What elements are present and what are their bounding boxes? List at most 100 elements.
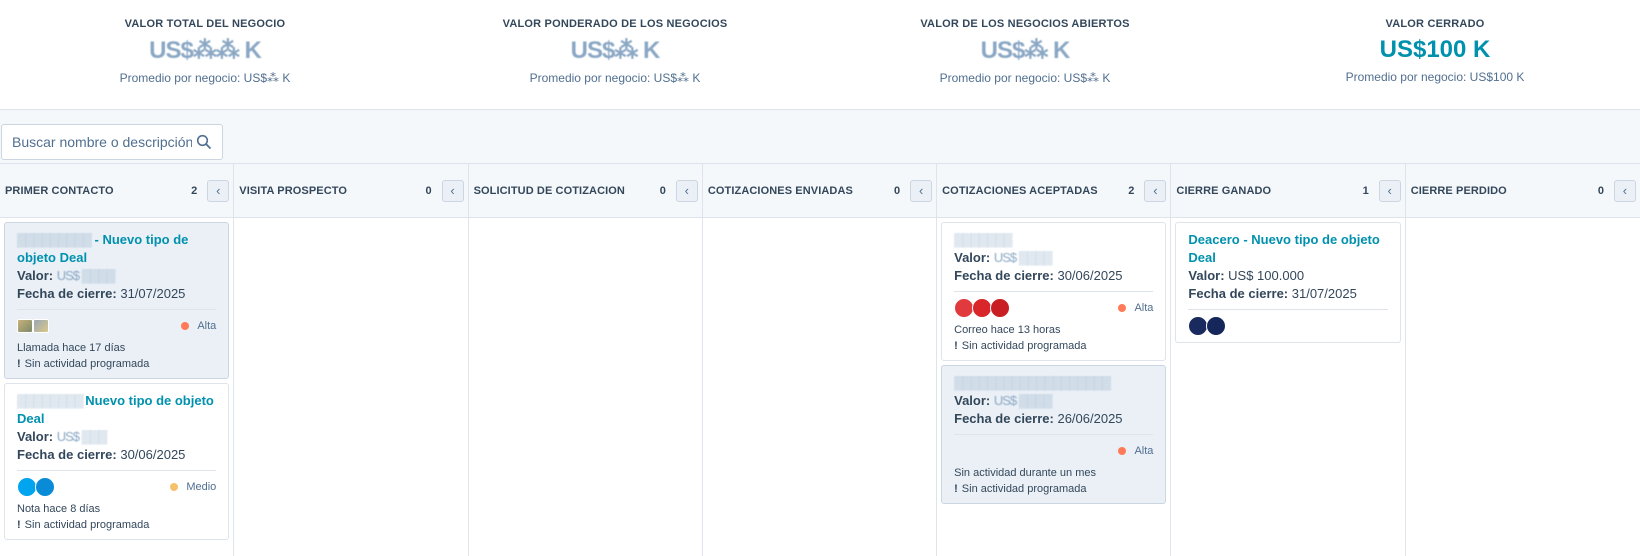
close-date-label: Fecha de cierre: (17, 286, 117, 301)
column-header: COTIZACIONES ACEPTADAS 2 ‹ (937, 164, 1171, 218)
priority-badge: Medio (170, 481, 216, 493)
deal-close-date: Fecha de cierre: 30/06/2025 (17, 446, 216, 464)
deal-title[interactable]: Deacero - Nuevo tipo de objeto Deal (1188, 231, 1387, 267)
column-count: 2 (1128, 184, 1135, 197)
contact-avatar-icon[interactable] (17, 477, 37, 497)
metric-weighted-value: VALOR PONDERADO DE LOS NEGOCIOS US$⁂ K P… (410, 0, 820, 109)
deal-card[interactable]: Deacero - Nuevo tipo de objeto Deal Valo… (1175, 222, 1401, 343)
close-date-label: Fecha de cierre: (954, 268, 1054, 283)
amount-label: Valor: (17, 429, 54, 444)
associated-records[interactable] (17, 319, 49, 333)
close-date-label: Fecha de cierre: (17, 447, 117, 462)
close-date-value: 31/07/2025 (1291, 286, 1357, 301)
deal-card[interactable]: ▒▒▒▒▒▒▒▒▒▒▒▒▒▒▒▒▒▒▒ Valor: US$ ▒▒▒▒ Fech… (941, 365, 1167, 504)
priority-dot-icon (1118, 304, 1127, 312)
collapse-column-button[interactable]: ‹ (1144, 179, 1167, 202)
amount-label: Valor: (17, 268, 54, 283)
search-icon[interactable] (196, 134, 212, 150)
amount-value: US$ ▒▒▒▒ (993, 250, 1053, 265)
deal-close-date: Fecha de cierre: 30/06/2025 (954, 267, 1153, 285)
summary-bar: VALOR TOTAL DEL NEGOCIO US$⁂⁂ K Promedio… (0, 0, 1640, 110)
metric-label: VALOR DE LOS NEGOCIOS ABIERTOS (920, 18, 1130, 30)
column-header: CIERRE PERDIDO 0 ‹ (1405, 164, 1640, 218)
exclamation-icon: ! (17, 358, 21, 370)
column-cierre-ganado: CIERRE GANADO 1 ‹ Deacero - Nuevo tipo d… (1171, 164, 1406, 556)
column-body (234, 218, 467, 556)
column-count: 2 (191, 184, 198, 197)
contact-avatar-icon[interactable] (35, 477, 55, 497)
column-cotizaciones-aceptadas: COTIZACIONES ACEPTADAS 2 ‹ ▒▒▒▒▒▒▒ Valor… (937, 164, 1172, 556)
collapse-column-button[interactable]: ‹ (1378, 179, 1401, 202)
column-header: PRIMER CONTACTO 2 ‹ (0, 164, 234, 218)
metric-total-value: VALOR TOTAL DEL NEGOCIO US$⁂⁂ K Promedio… (0, 0, 410, 109)
column-header: VISITA PROSPECTO 0 ‹ (234, 164, 468, 218)
deal-meta: Alta (954, 441, 1153, 461)
exclamation-icon: ! (954, 340, 958, 352)
deal-title[interactable]: ▒▒▒▒▒▒▒ (954, 231, 1153, 249)
priority-label: Alta (197, 320, 217, 332)
search-input[interactable] (12, 134, 192, 150)
associated-records[interactable] (1188, 316, 1227, 336)
collapse-column-button[interactable]: ‹ (675, 179, 698, 202)
company-logo-icon[interactable] (33, 319, 49, 333)
column-count: 0 (894, 184, 901, 197)
collapse-column-button[interactable]: ‹ (441, 179, 464, 202)
metric-label: VALOR PONDERADO DE LOS NEGOCIOS (502, 18, 728, 30)
metric-label: VALOR CERRADO (1385, 18, 1485, 30)
divider (954, 434, 1154, 435)
column-header: SOLICITUD DE COTIZACION 0 ‹ (468, 164, 702, 218)
deal-card[interactable]: ▒▒▒▒▒▒▒▒▒ - Nuevo tipo de objeto Deal Va… (4, 222, 230, 379)
column-body (1406, 218, 1640, 556)
contact-avatar-icon[interactable] (972, 298, 993, 318)
column-title: COTIZACIONES ACEPTADAS (942, 184, 1098, 197)
collapse-column-button[interactable]: ‹ (1613, 179, 1636, 202)
search-box[interactable] (1, 124, 223, 160)
column-primer-contacto: PRIMER CONTACTO 2 ‹ ▒▒▒▒▒▒▒▒▒ - Nuevo ti… (0, 164, 235, 556)
priority-badge: Alta (1118, 445, 1153, 457)
deal-amount: Valor: US$ ▒▒▒▒ (954, 392, 1153, 410)
company-logo-icon[interactable] (1188, 316, 1209, 336)
amount-label: Valor: (1188, 268, 1225, 283)
deal-meta: Alta (17, 316, 216, 336)
next-activity-label: Sin actividad programada (24, 519, 150, 531)
associated-records[interactable] (954, 298, 1011, 318)
company-logo-icon[interactable] (1206, 316, 1227, 336)
column-title: VISITA PROSPECTO (239, 184, 348, 197)
collapse-column-button[interactable]: ‹ (910, 179, 933, 202)
column-body (469, 218, 702, 556)
deal-close-date: Fecha de cierre: 31/07/2025 (1188, 285, 1387, 303)
divider (17, 470, 217, 471)
metric-label: VALOR TOTAL DEL NEGOCIO (124, 18, 286, 30)
toolbar (0, 110, 1640, 164)
column-body (703, 218, 936, 556)
company-logo-icon[interactable] (17, 319, 33, 333)
deal-amount: Valor: US$ ▒▒▒▒ (17, 267, 216, 285)
column-body: Deacero - Nuevo tipo de objeto Deal Valo… (1171, 218, 1404, 556)
column-title: SOLICITUD DE COTIZACION (473, 184, 625, 197)
contact-avatar-icon[interactable] (990, 298, 1011, 318)
chevron-left-icon: ‹ (1387, 183, 1392, 198)
deal-card[interactable]: ▒▒▒▒▒▒▒ Valor: US$ ▒▒▒▒ Fecha de cierre:… (941, 222, 1167, 361)
metric-open-value: VALOR DE LOS NEGOCIOS ABIERTOS US$⁂ K Pr… (820, 0, 1230, 109)
deal-title[interactable]: ▒▒▒▒▒▒▒▒▒▒▒▒▒▒▒▒▒▒▒ (954, 374, 1153, 392)
column-title: COTIZACIONES ENVIADAS (707, 184, 853, 197)
chevron-left-icon: ‹ (684, 183, 690, 198)
next-activity: ! Sin actividad programada (17, 517, 216, 533)
column-cotizaciones-enviadas: COTIZACIONES ENVIADAS 0 ‹ (702, 164, 938, 556)
associated-records[interactable] (17, 477, 55, 497)
exclamation-icon: ! (17, 519, 21, 531)
deal-meta (1188, 316, 1387, 336)
close-date-value: 30/06/2025 (120, 447, 186, 462)
deal-title[interactable]: ▒▒▒▒▒▒▒▒ Nuevo tipo de objeto Deal (17, 392, 216, 428)
deal-title[interactable]: ▒▒▒▒▒▒▒▒▒ - Nuevo tipo de objeto Deal (17, 231, 216, 267)
next-activity-label: Sin actividad programada (24, 358, 150, 370)
close-date-value: 30/06/2025 (1057, 268, 1123, 283)
contact-avatar-icon[interactable] (954, 298, 975, 318)
divider (954, 291, 1154, 292)
metric-average: Promedio por negocio: US$100 K (1345, 70, 1525, 84)
deal-title-redacted: ▒▒▒▒▒▒▒▒▒ (17, 232, 92, 247)
collapse-column-button[interactable]: ‹ (207, 179, 230, 202)
deal-card[interactable]: ▒▒▒▒▒▒▒▒ Nuevo tipo de objeto Deal Valor… (4, 383, 230, 540)
last-activity: Nota hace 8 días (17, 503, 101, 515)
metric-closed-value: VALOR CERRADO US$100 K Promedio por nego… (1230, 0, 1640, 109)
